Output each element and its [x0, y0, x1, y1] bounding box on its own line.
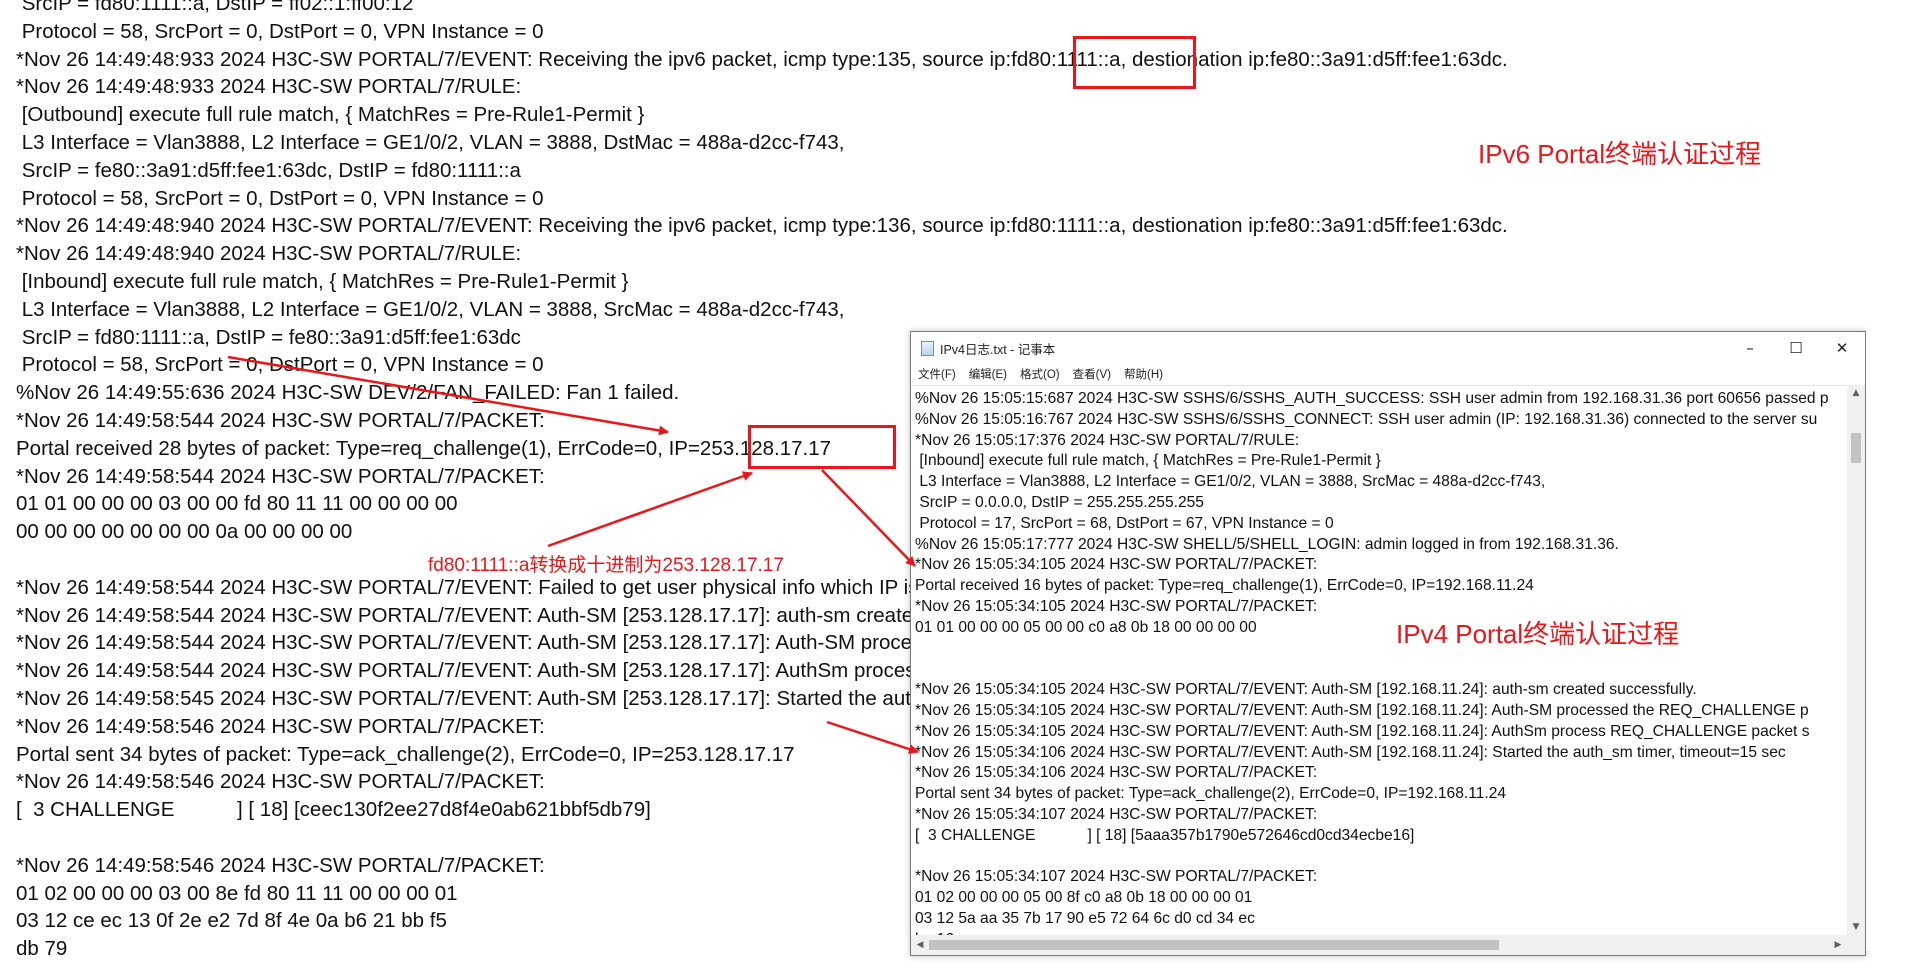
notepad-line: [Inbound] execute full rule match, { Mat…	[915, 452, 1381, 470]
menu-file[interactable]: 文件(F)	[918, 366, 956, 382]
log-line: Protocol = 58, SrcPort = 0, DstPort = 0,…	[16, 186, 544, 210]
log-line: *Nov 26 14:49:48:933 2024 H3C-SW PORTAL/…	[16, 47, 1508, 71]
notepad-line	[915, 639, 1847, 660]
menu-format[interactable]: 格式(O)	[1020, 366, 1060, 382]
conversion-note: fd80:1111::a转换成十进制为253.128.17.17	[428, 555, 784, 576]
notepad-line: Portal sent 34 bytes of packet: Type=ack…	[915, 785, 1507, 803]
log-line: [Inbound] execute full rule match, { Mat…	[16, 269, 629, 293]
edge-strip	[1866, 331, 1906, 951]
notepad-line	[915, 847, 1847, 868]
ipv6-process-label: IPv6 Portal终端认证过程	[1478, 139, 1762, 169]
horizontal-scroll-thumb[interactable]	[929, 940, 1499, 950]
notepad-window: IPv4日志.txt - 记事本 – ☐ ✕ 文件(F) 编辑(E) 格式(O)…	[910, 331, 1866, 956]
scrollbar-corner	[1847, 935, 1865, 955]
notepad-line	[915, 659, 1847, 680]
notepad-menubar: 文件(F) 编辑(E) 格式(O) 查看(V) 帮助(H)	[911, 364, 1865, 384]
notepad-text: %Nov 26 15:05:15:687 2024 H3C-SW SSHS/6/…	[911, 386, 1847, 935]
menu-help[interactable]: 帮助(H)	[1124, 366, 1163, 382]
notepad-line: 01 01 00 00 00 05 00 00 c0 a8 0b 18 00 0…	[915, 618, 1257, 636]
log-line: SrcIP = fd80:1111::a, DstIP = ff02::1:ff…	[16, 0, 414, 15]
notepad-line: *Nov 26 15:05:34:107 2024 H3C-SW PORTAL/…	[915, 805, 1318, 823]
notepad-line: 03 12 5a aa 35 7b 17 90 e5 72 64 6c d0 c…	[915, 909, 1255, 927]
notepad-line: *Nov 26 15:05:34:105 2024 H3C-SW PORTAL/…	[915, 701, 1809, 719]
notepad-line: *Nov 26 15:05:34:107 2024 H3C-SW PORTAL/…	[915, 868, 1318, 886]
scroll-down-arrow-icon[interactable]: ▼	[1847, 919, 1865, 935]
notepad-app-icon	[921, 340, 934, 356]
scroll-right-arrow-icon[interactable]: ▶	[1829, 935, 1847, 955]
log-line: [Outbound] execute full rule match, { Ma…	[16, 103, 645, 127]
log-line: *Nov 26 14:49:48:940 2024 H3C-SW PORTAL/…	[16, 242, 522, 266]
notepad-titlebar[interactable]: IPv4日志.txt - 记事本 – ☐ ✕	[911, 332, 1865, 364]
highlight-box-ipv6-source	[1073, 36, 1196, 89]
notepad-text-area[interactable]: %Nov 26 15:05:15:687 2024 H3C-SW SSHS/6/…	[911, 385, 1847, 935]
vertical-scroll-thumb[interactable]	[1851, 433, 1861, 463]
notepad-line: *Nov 26 15:05:34:106 2024 H3C-SW PORTAL/…	[915, 764, 1318, 782]
notepad-line: %Nov 26 15:05:15:687 2024 H3C-SW SSHS/6/…	[915, 390, 1829, 407]
notepad-line: *Nov 26 15:05:34:105 2024 H3C-SW PORTAL/…	[915, 556, 1318, 574]
notepad-line: SrcIP = 0.0.0.0, DstIP = 255.255.255.255	[915, 493, 1204, 511]
notepad-line: *Nov 26 15:05:34:105 2024 H3C-SW PORTAL/…	[915, 597, 1318, 615]
notepad-line: %Nov 26 15:05:16:767 2024 H3C-SW SSHS/6/…	[915, 410, 1818, 428]
horizontal-scrollbar[interactable]: ◀ ▶	[911, 935, 1847, 955]
notepad-line: *Nov 26 15:05:34:106 2024 H3C-SW PORTAL/…	[915, 743, 1786, 761]
ipv4-process-label: IPv4 Portal终端认证过程	[1396, 619, 1680, 649]
notepad-line: L3 Interface = Vlan3888, L2 Interface = …	[915, 473, 1546, 491]
log-line: L3 Interface = Vlan3888, L2 Interface = …	[16, 297, 845, 321]
notepad-line: *Nov 26 15:05:34:105 2024 H3C-SW PORTAL/…	[915, 722, 1810, 740]
close-button[interactable]: ✕	[1819, 332, 1865, 364]
log-line: Protocol = 58, SrcPort = 0, DstPort = 0,…	[16, 19, 544, 43]
vertical-scrollbar[interactable]: ▲ ▼	[1847, 385, 1865, 935]
notepad-line: [ 3 CHALLENGE ] [ 18] [5aaa357b1790e5726…	[915, 826, 1415, 844]
scroll-up-arrow-icon[interactable]: ▲	[1847, 385, 1865, 401]
notepad-line: 01 02 00 00 00 05 00 8f c0 a8 0b 18 00 0…	[915, 889, 1253, 907]
log-line: *Nov 26 14:49:48:933 2024 H3C-SW PORTAL/…	[16, 75, 522, 99]
notepad-line: *Nov 26 15:05:17:376 2024 H3C-SW PORTAL/…	[915, 431, 1300, 449]
minimize-button[interactable]: –	[1727, 332, 1773, 364]
notepad-line: *Nov 26 15:05:34:105 2024 H3C-SW PORTAL/…	[915, 681, 1697, 699]
notepad-line: Portal received 16 bytes of packet: Type…	[915, 577, 1534, 595]
maximize-button[interactable]: ☐	[1773, 332, 1819, 364]
notepad-line: %Nov 26 15:05:17:777 2024 H3C-SW SHELL/5…	[915, 535, 1619, 553]
menu-edit[interactable]: 编辑(E)	[969, 366, 1007, 382]
scroll-left-arrow-icon[interactable]: ◀	[911, 935, 929, 955]
notepad-title: IPv4日志.txt - 记事本	[940, 342, 1056, 357]
highlight-box-converted-ip	[748, 425, 896, 469]
notepad-line: Protocol = 17, SrcPort = 68, DstPort = 6…	[915, 514, 1334, 532]
menu-view[interactable]: 查看(V)	[1073, 366, 1111, 382]
log-line: *Nov 26 14:49:48:940 2024 H3C-SW PORTAL/…	[16, 214, 1508, 238]
